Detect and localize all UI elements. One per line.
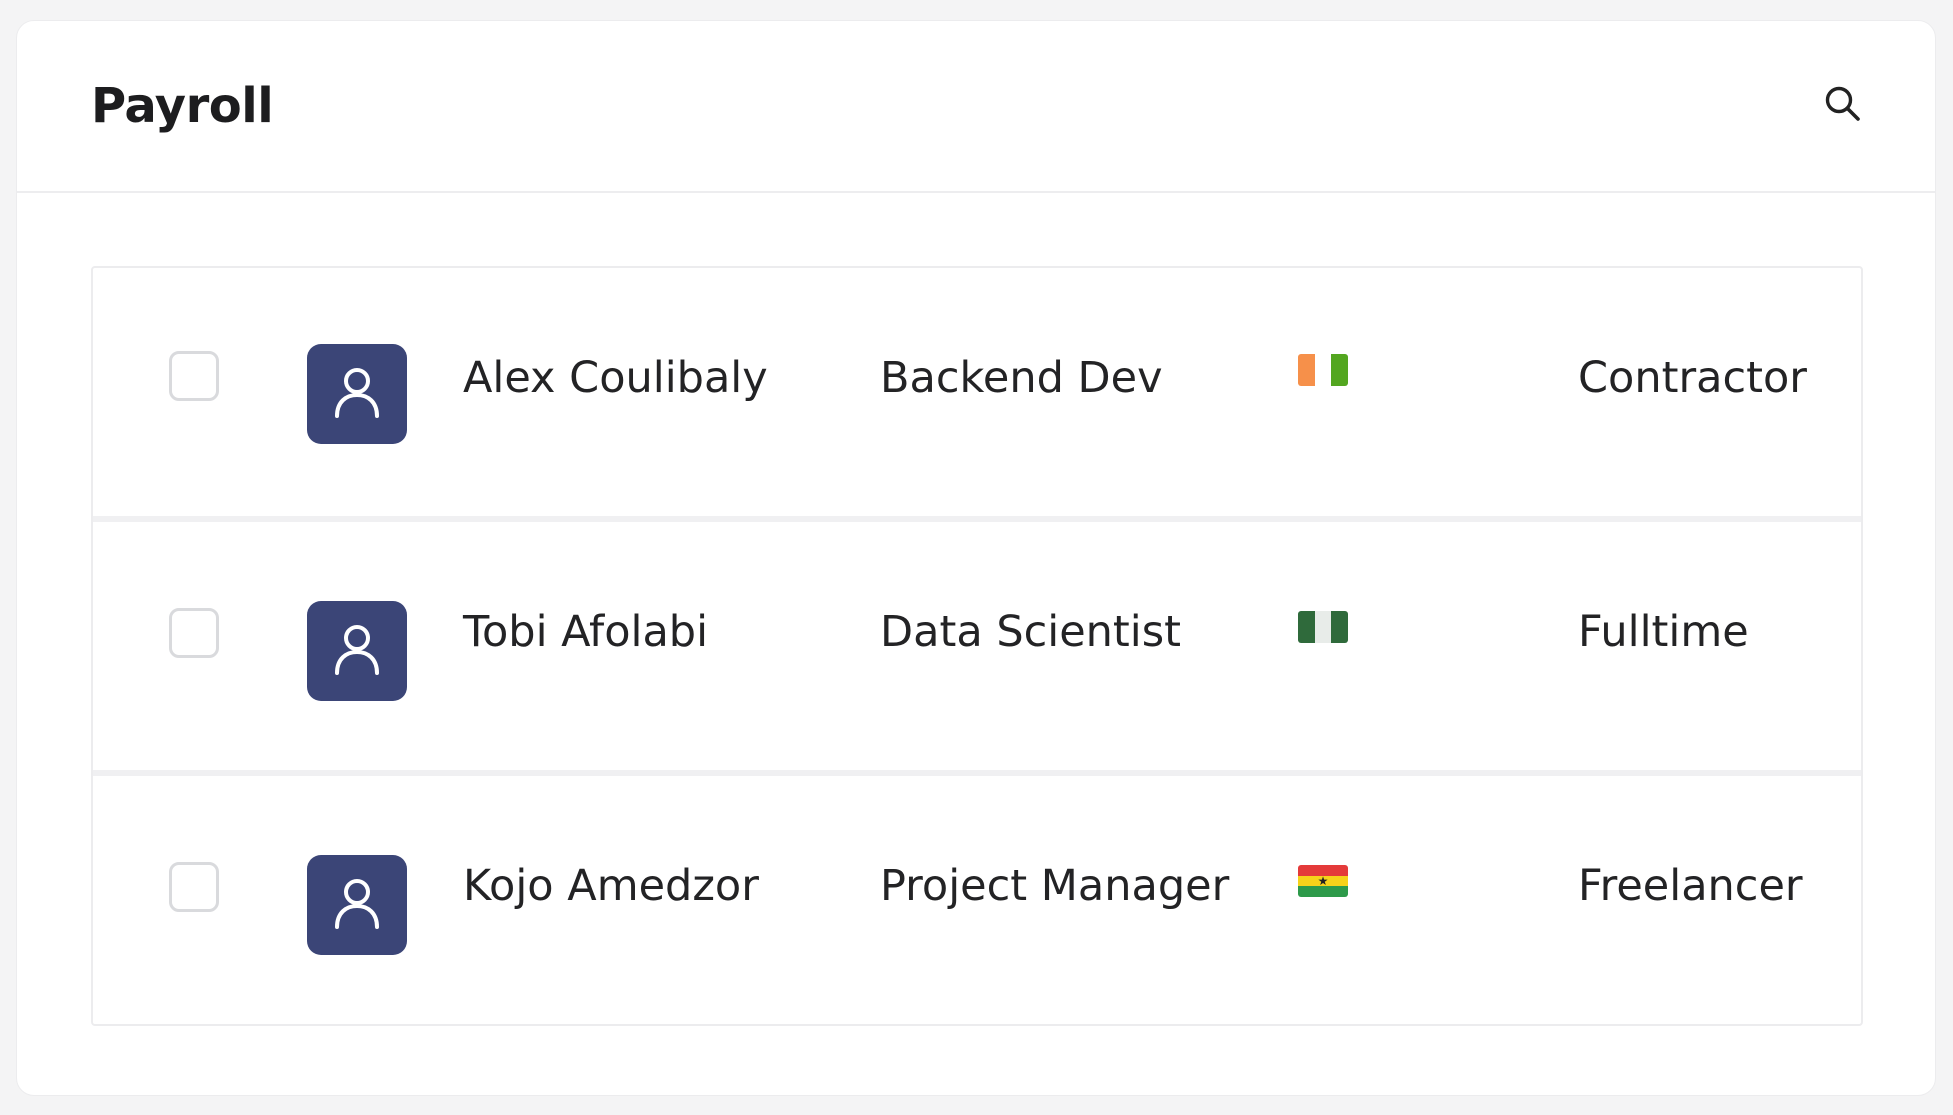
user-icon bbox=[331, 364, 383, 424]
employment-type: Contractor bbox=[1578, 353, 1807, 403]
employee-role: Backend Dev bbox=[880, 353, 1163, 403]
avatar bbox=[307, 601, 407, 701]
star-icon: ★ bbox=[1317, 874, 1329, 888]
row-checkbox[interactable] bbox=[169, 608, 219, 658]
user-icon bbox=[331, 621, 383, 681]
employment-type: Freelancer bbox=[1578, 861, 1803, 911]
employee-name: Tobi Afolabi bbox=[463, 607, 709, 657]
payroll-table: Alex Coulibaly Backend Dev Contractor To… bbox=[91, 266, 1863, 1026]
card-header: Payroll bbox=[17, 21, 1935, 193]
avatar bbox=[307, 344, 407, 444]
row-checkbox[interactable] bbox=[169, 862, 219, 912]
employee-role: Project Manager bbox=[880, 861, 1230, 911]
employee-name: Kojo Amedzor bbox=[463, 861, 759, 911]
employee-name: Alex Coulibaly bbox=[463, 353, 768, 403]
page-title: Payroll bbox=[91, 78, 274, 134]
country-flag-icon bbox=[1298, 611, 1348, 643]
row-checkbox[interactable] bbox=[169, 351, 219, 401]
employee-role: Data Scientist bbox=[880, 607, 1181, 657]
payroll-card: Payroll Alex Coulibaly Backend Dev Contr… bbox=[16, 20, 1936, 1096]
table-row[interactable]: Alex Coulibaly Backend Dev Contractor bbox=[93, 268, 1861, 516]
employment-type: Fulltime bbox=[1578, 607, 1749, 657]
country-flag-icon: ★ bbox=[1298, 865, 1348, 897]
country-flag-icon bbox=[1298, 354, 1348, 386]
table-row[interactable]: Kojo Amedzor Project Manager ★ Freelance… bbox=[93, 770, 1861, 1024]
search-icon bbox=[1822, 83, 1864, 129]
avatar bbox=[307, 855, 407, 955]
table-row[interactable]: Tobi Afolabi Data Scientist Fulltime bbox=[93, 516, 1861, 770]
search-button[interactable] bbox=[1815, 78, 1871, 134]
user-icon bbox=[331, 875, 383, 935]
